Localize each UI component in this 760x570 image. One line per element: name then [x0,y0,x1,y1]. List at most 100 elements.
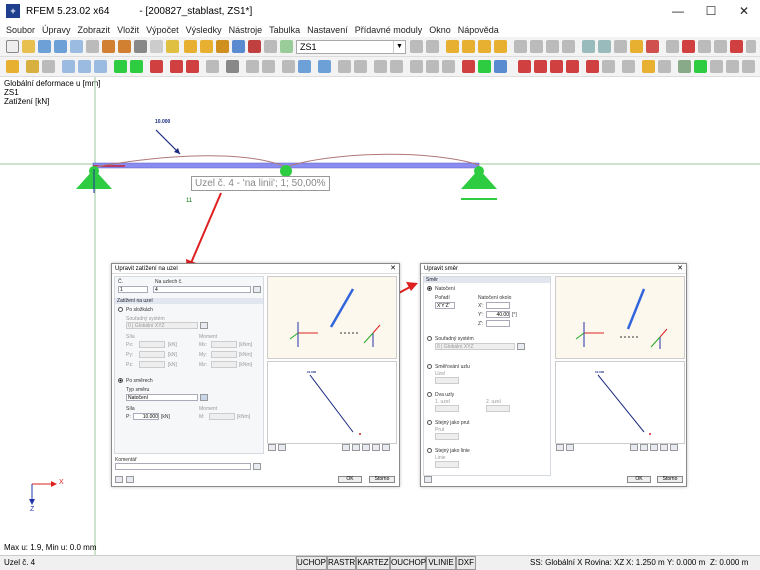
node1-field[interactable] [435,405,459,412]
my-icon[interactable] [586,60,599,73]
menu-upravy[interactable]: Úpravy [42,25,71,35]
warning-icon[interactable] [730,40,743,53]
rz-field[interactable] [486,320,510,327]
divide-icon[interactable] [298,60,311,73]
line-support-icon[interactable] [130,60,143,73]
pz-field[interactable] [139,361,165,368]
line-icon[interactable] [26,60,39,73]
filter-icon[interactable] [646,40,659,53]
layers-icon[interactable] [710,60,723,73]
box-icon[interactable] [390,60,403,73]
highlight-icon[interactable] [642,60,655,73]
force-p-field[interactable]: 10.000 [133,413,159,420]
view-x-icon[interactable] [546,40,559,53]
fx-icon[interactable] [518,60,531,73]
table-icon[interactable] [232,40,245,53]
dlg2-help-icon[interactable] [424,476,432,483]
dlg2-view-btn-6[interactable] [660,444,668,451]
dimension-icon[interactable] [714,40,727,53]
rotate-icon[interactable] [682,40,695,53]
polyline-icon[interactable] [42,60,55,73]
hinge-icon[interactable] [150,60,163,73]
cartesian-toggle[interactable]: KARTEZ [356,556,390,570]
px-field[interactable] [139,341,165,348]
menu-napoveda[interactable]: Nápověda [458,25,499,35]
cut-icon[interactable] [134,40,147,53]
order-select[interactable]: X'Y'Z' [435,302,455,309]
dlg1-info-icon[interactable] [126,476,134,483]
move-icon[interactable] [246,60,259,73]
dlg2-view-btn-4[interactable] [640,444,648,451]
load-case-icon[interactable] [280,40,293,53]
next-case-icon[interactable] [426,40,439,53]
measure-icon[interactable] [698,40,711,53]
support-icon[interactable] [114,60,127,73]
copy-move-icon[interactable] [262,60,275,73]
cs-radio[interactable] [427,336,432,341]
dlg1-view-btn-1[interactable] [268,444,276,451]
dlg1-help-icon[interactable] [115,476,123,483]
menu-pridavne-moduly[interactable]: Přídavné moduly [355,25,423,35]
rotation-radio[interactable] [427,286,432,291]
member-radio[interactable] [427,420,432,425]
save-icon[interactable] [38,40,51,53]
on-nodes-field[interactable]: 4 [153,286,251,293]
gear-icon[interactable] [216,40,229,53]
dialog2-cancel-button[interactable]: Storno [657,476,683,483]
close-button[interactable]: ✕ [728,0,760,22]
dlg1-view-btn-7[interactable] [382,444,390,451]
ry-field[interactable]: 40.00 [486,311,510,318]
py-field[interactable] [139,351,165,358]
calculate-icon[interactable] [184,40,197,53]
menu-vysledky[interactable]: Výsledky [186,25,222,35]
menu-vypocet[interactable]: Výpočet [146,25,179,35]
mx-field[interactable] [211,341,237,348]
undo-icon[interactable] [102,40,115,53]
print-preview-icon[interactable] [86,40,99,53]
menu-tabulka[interactable]: Tabulka [269,25,300,35]
open-folder-icon[interactable] [22,40,35,53]
rx-field[interactable] [486,302,510,309]
dlg2-view-btn-2[interactable] [566,444,574,451]
zoom-icon[interactable] [514,40,527,53]
two-nodes-radio[interactable] [427,392,432,397]
node-direction-radio[interactable] [427,364,432,369]
view-front-icon[interactable] [410,60,423,73]
node-icon[interactable] [6,60,19,73]
view-y-icon[interactable] [562,40,575,53]
view-icon[interactable] [530,40,543,53]
pick-node-icon[interactable] [253,286,261,293]
section-icon[interactable] [666,40,679,53]
render-icon[interactable] [614,40,627,53]
dialog2-close-icon[interactable]: ✕ [677,264,683,274]
direction-type-select[interactable]: Natočení [126,394,198,401]
dialog2-cs-new-icon[interactable] [517,343,525,350]
results-icon[interactable] [200,40,213,53]
dialog1-cancel-button[interactable]: Storno [369,476,395,483]
nodal-load-icon[interactable] [170,60,183,73]
by-direction-radio[interactable] [118,378,123,383]
dxf-toggle[interactable]: DXF [456,556,476,570]
chevron-down-icon[interactable]: ▼ [393,41,405,53]
cs-select[interactable]: 0 | Globální XYZ [126,322,198,329]
dlg2-view-btn-7[interactable] [670,444,678,451]
node-field[interactable] [435,377,459,384]
tool-icon[interactable] [678,60,691,73]
dialog2-cs-select[interactable]: 0 | Globální XYZ [435,343,515,350]
dlg1-view-btn-6[interactable] [372,444,380,451]
more-icon[interactable] [746,40,756,53]
line-radio[interactable] [427,448,432,453]
by-components-radio[interactable] [118,307,123,312]
dlg1-view-btn-5[interactable] [362,444,370,451]
dlg2-view-btn-3[interactable] [630,444,638,451]
minimize-button[interactable]: — [662,0,694,22]
section-view-icon[interactable] [206,60,219,73]
mz-icon[interactable] [602,60,615,73]
member-field[interactable] [435,433,459,440]
new-file-icon[interactable] [6,40,19,53]
solid-icon[interactable] [78,60,91,73]
camera-icon[interactable] [226,60,239,73]
dialog1-ok-button[interactable]: OK [338,476,362,483]
surface-icon[interactable] [62,60,75,73]
values-icon[interactable] [478,40,491,53]
